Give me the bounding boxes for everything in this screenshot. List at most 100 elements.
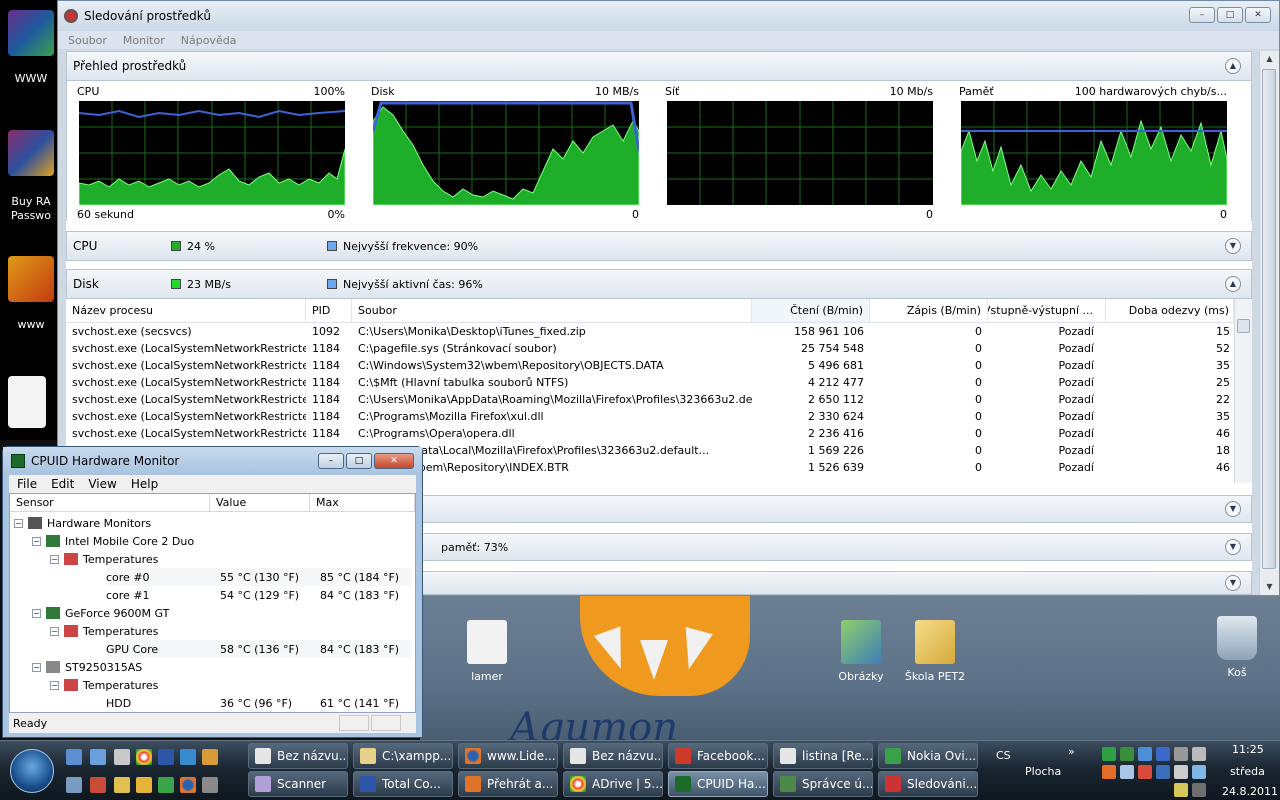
col-pid[interactable]: PID — [306, 299, 352, 322]
tray-app-icon[interactable] — [1174, 783, 1188, 797]
clock-date[interactable]: 24.8.2011 — [1222, 785, 1278, 798]
tray-app-icon[interactable] — [1174, 747, 1188, 761]
col-sensor[interactable]: Sensor — [10, 494, 210, 511]
expand-icon[interactable]: ▼ — [1225, 575, 1241, 591]
firefox-icon[interactable] — [180, 777, 196, 793]
tray-antivirus-icon[interactable] — [1138, 765, 1152, 779]
taskbar-button[interactable]: ADrive | 5... — [563, 771, 663, 797]
tree-node-root[interactable]: − Hardware Monitors — [14, 514, 151, 532]
document-icon[interactable] — [8, 376, 46, 428]
folder-icon[interactable] — [114, 777, 130, 793]
maximize-button[interactable]: □ — [346, 453, 372, 469]
collapse-icon[interactable]: − — [14, 518, 23, 528]
chrome-icon[interactable] — [136, 749, 152, 765]
bluetooth-icon[interactable] — [1156, 747, 1170, 761]
taskbar-button[interactable]: www.Lide... — [458, 743, 558, 769]
table-row[interactable]: svchost.exe (LocalSystemNetworkRestricte… — [66, 374, 1234, 391]
tray-ovi-icon[interactable] — [1120, 747, 1134, 761]
table-row[interactable]: svchost.exe (LocalSystemNetworkRestricte… — [66, 340, 1234, 357]
table-scrollbar[interactable] — [1234, 299, 1252, 483]
show-desktop-icon[interactable] — [66, 749, 82, 765]
collapse-icon[interactable]: ▲ — [1225, 58, 1241, 74]
table-row[interactable]: svchost.exe (LocalSystemNetworkRestricte… — [66, 357, 1234, 374]
col-process[interactable]: Název procesu — [66, 299, 306, 322]
close-button[interactable]: ✕ — [374, 453, 414, 469]
taskbar-button[interactable]: Nokia Ovi... — [878, 743, 978, 769]
expand-icon[interactable]: ▼ — [1225, 539, 1241, 555]
minimize-button[interactable]: – — [318, 453, 344, 469]
menu-file[interactable]: File — [17, 477, 37, 491]
menu-help[interactable]: Nápověda — [181, 34, 237, 47]
table-row[interactable]: svchost.exe (secsvcs) 1092 C:\Users\Monika… — [66, 323, 1234, 340]
tree-node-gpu[interactable]: − GeForce 9600M GT — [32, 604, 169, 622]
taskbar-button[interactable]: C:\xampp... — [353, 743, 453, 769]
scroll-up-icon[interactable]: ▲ — [1260, 51, 1279, 67]
tray-app-icon[interactable] — [1192, 747, 1206, 761]
maximize-button[interactable]: □ — [1217, 7, 1243, 23]
tray-ovi-green-icon[interactable] — [1138, 747, 1152, 761]
save-icon[interactable] — [158, 749, 174, 765]
rar-file-icon[interactable] — [8, 256, 54, 302]
minimize-button[interactable]: – — [1189, 7, 1215, 23]
taskbar-button[interactable]: Scanner — [248, 771, 348, 797]
taskbar-button[interactable]: CPUID Ha... — [668, 771, 768, 797]
taskbar-button[interactable]: Sledováni... — [878, 771, 978, 797]
tree-node-cpu[interactable]: − Intel Mobile Core 2 Duo — [32, 532, 194, 550]
expand-icon[interactable]: ▼ — [1225, 238, 1241, 254]
desktop-icon-pictures[interactable]: Obrázky — [826, 620, 896, 683]
menu-edit[interactable]: Edit — [51, 477, 74, 491]
people-icon[interactable] — [180, 749, 196, 765]
tray-people-icon[interactable] — [1120, 765, 1134, 779]
collapse-icon[interactable]: − — [50, 680, 59, 690]
sensor-row[interactable]: HDD — [106, 694, 131, 712]
network-icon[interactable] — [1192, 765, 1206, 779]
system-icon[interactable] — [202, 777, 218, 793]
tree-node-hdd[interactable]: − ST9250315AS — [32, 658, 142, 676]
col-read[interactable]: Čtení (B/min) — [752, 299, 870, 322]
table-row[interactable]: svchost.exe (LocalSystemNetworkRestricte… — [66, 391, 1234, 408]
taskbar-button[interactable]: Facebook... — [668, 743, 768, 769]
collapse-icon[interactable]: ▲ — [1225, 276, 1241, 292]
scroll-down-icon[interactable]: ▼ — [1260, 579, 1279, 595]
sensor-row[interactable]: core #1 — [106, 586, 150, 604]
menu-view[interactable]: View — [88, 477, 116, 491]
tray-excel-icon[interactable] — [1102, 747, 1116, 761]
calculator-icon[interactable] — [114, 749, 130, 765]
col-max[interactable]: Max — [310, 494, 415, 511]
menu-file[interactable]: Soubor — [68, 34, 107, 47]
winrar-icon[interactable] — [8, 10, 54, 56]
clock-day[interactable]: středa — [1230, 765, 1265, 778]
col-file[interactable]: Soubor — [352, 299, 752, 322]
collapse-icon[interactable]: − — [32, 536, 41, 546]
scroll-thumb[interactable] — [1262, 69, 1276, 569]
winrar-password-icon[interactable] — [8, 130, 54, 176]
tray-expand-icon[interactable]: » — [1068, 745, 1075, 758]
col-value[interactable]: Value — [210, 494, 310, 511]
taskbar-button[interactable]: Správce ú... — [773, 771, 873, 797]
start-button[interactable] — [10, 749, 54, 793]
desktop-icon-recycle-bin[interactable]: Koš — [1202, 616, 1272, 679]
menu-help[interactable]: Help — [131, 477, 158, 491]
table-row[interactable]: svchost.exe (LocalSystemNetworkRestricte… — [66, 408, 1234, 425]
taskbar-button[interactable]: Bez názvu... — [248, 743, 348, 769]
col-write[interactable]: Zápis (B/min) — [870, 299, 988, 322]
tree-node-temperatures[interactable]: − Temperatures — [50, 550, 158, 568]
switch-windows-icon[interactable] — [90, 749, 106, 765]
tree-node-temperatures[interactable]: − Temperatures — [50, 676, 158, 694]
menu-monitor[interactable]: Monitor — [123, 34, 165, 47]
volume-icon[interactable] — [1174, 765, 1188, 779]
title-bar[interactable]: Sledování prostředků — [58, 1, 1279, 31]
monitor-icon[interactable] — [66, 777, 82, 793]
col-io-priority[interactable]: Vstupně-výstupní ... — [988, 299, 1106, 322]
close-button[interactable]: ✕ — [1245, 7, 1271, 23]
taskbar-button[interactable]: Bez názvu... — [563, 743, 663, 769]
collapse-icon[interactable]: − — [50, 626, 59, 636]
language-indicator[interactable]: CS — [996, 749, 1011, 762]
desktop-icon-lamer[interactable]: lamer — [452, 620, 522, 683]
clock-time[interactable]: 11:25 — [1232, 743, 1264, 756]
tray-app-icon[interactable] — [1192, 783, 1206, 797]
cpu-section-header[interactable]: CPU 24 % Nejvyšší frekvence: 90% ▼ — [66, 231, 1252, 261]
tray-warning-icon[interactable] — [1102, 765, 1116, 779]
collapse-icon[interactable]: − — [50, 554, 59, 564]
tool-icon[interactable] — [202, 749, 218, 765]
